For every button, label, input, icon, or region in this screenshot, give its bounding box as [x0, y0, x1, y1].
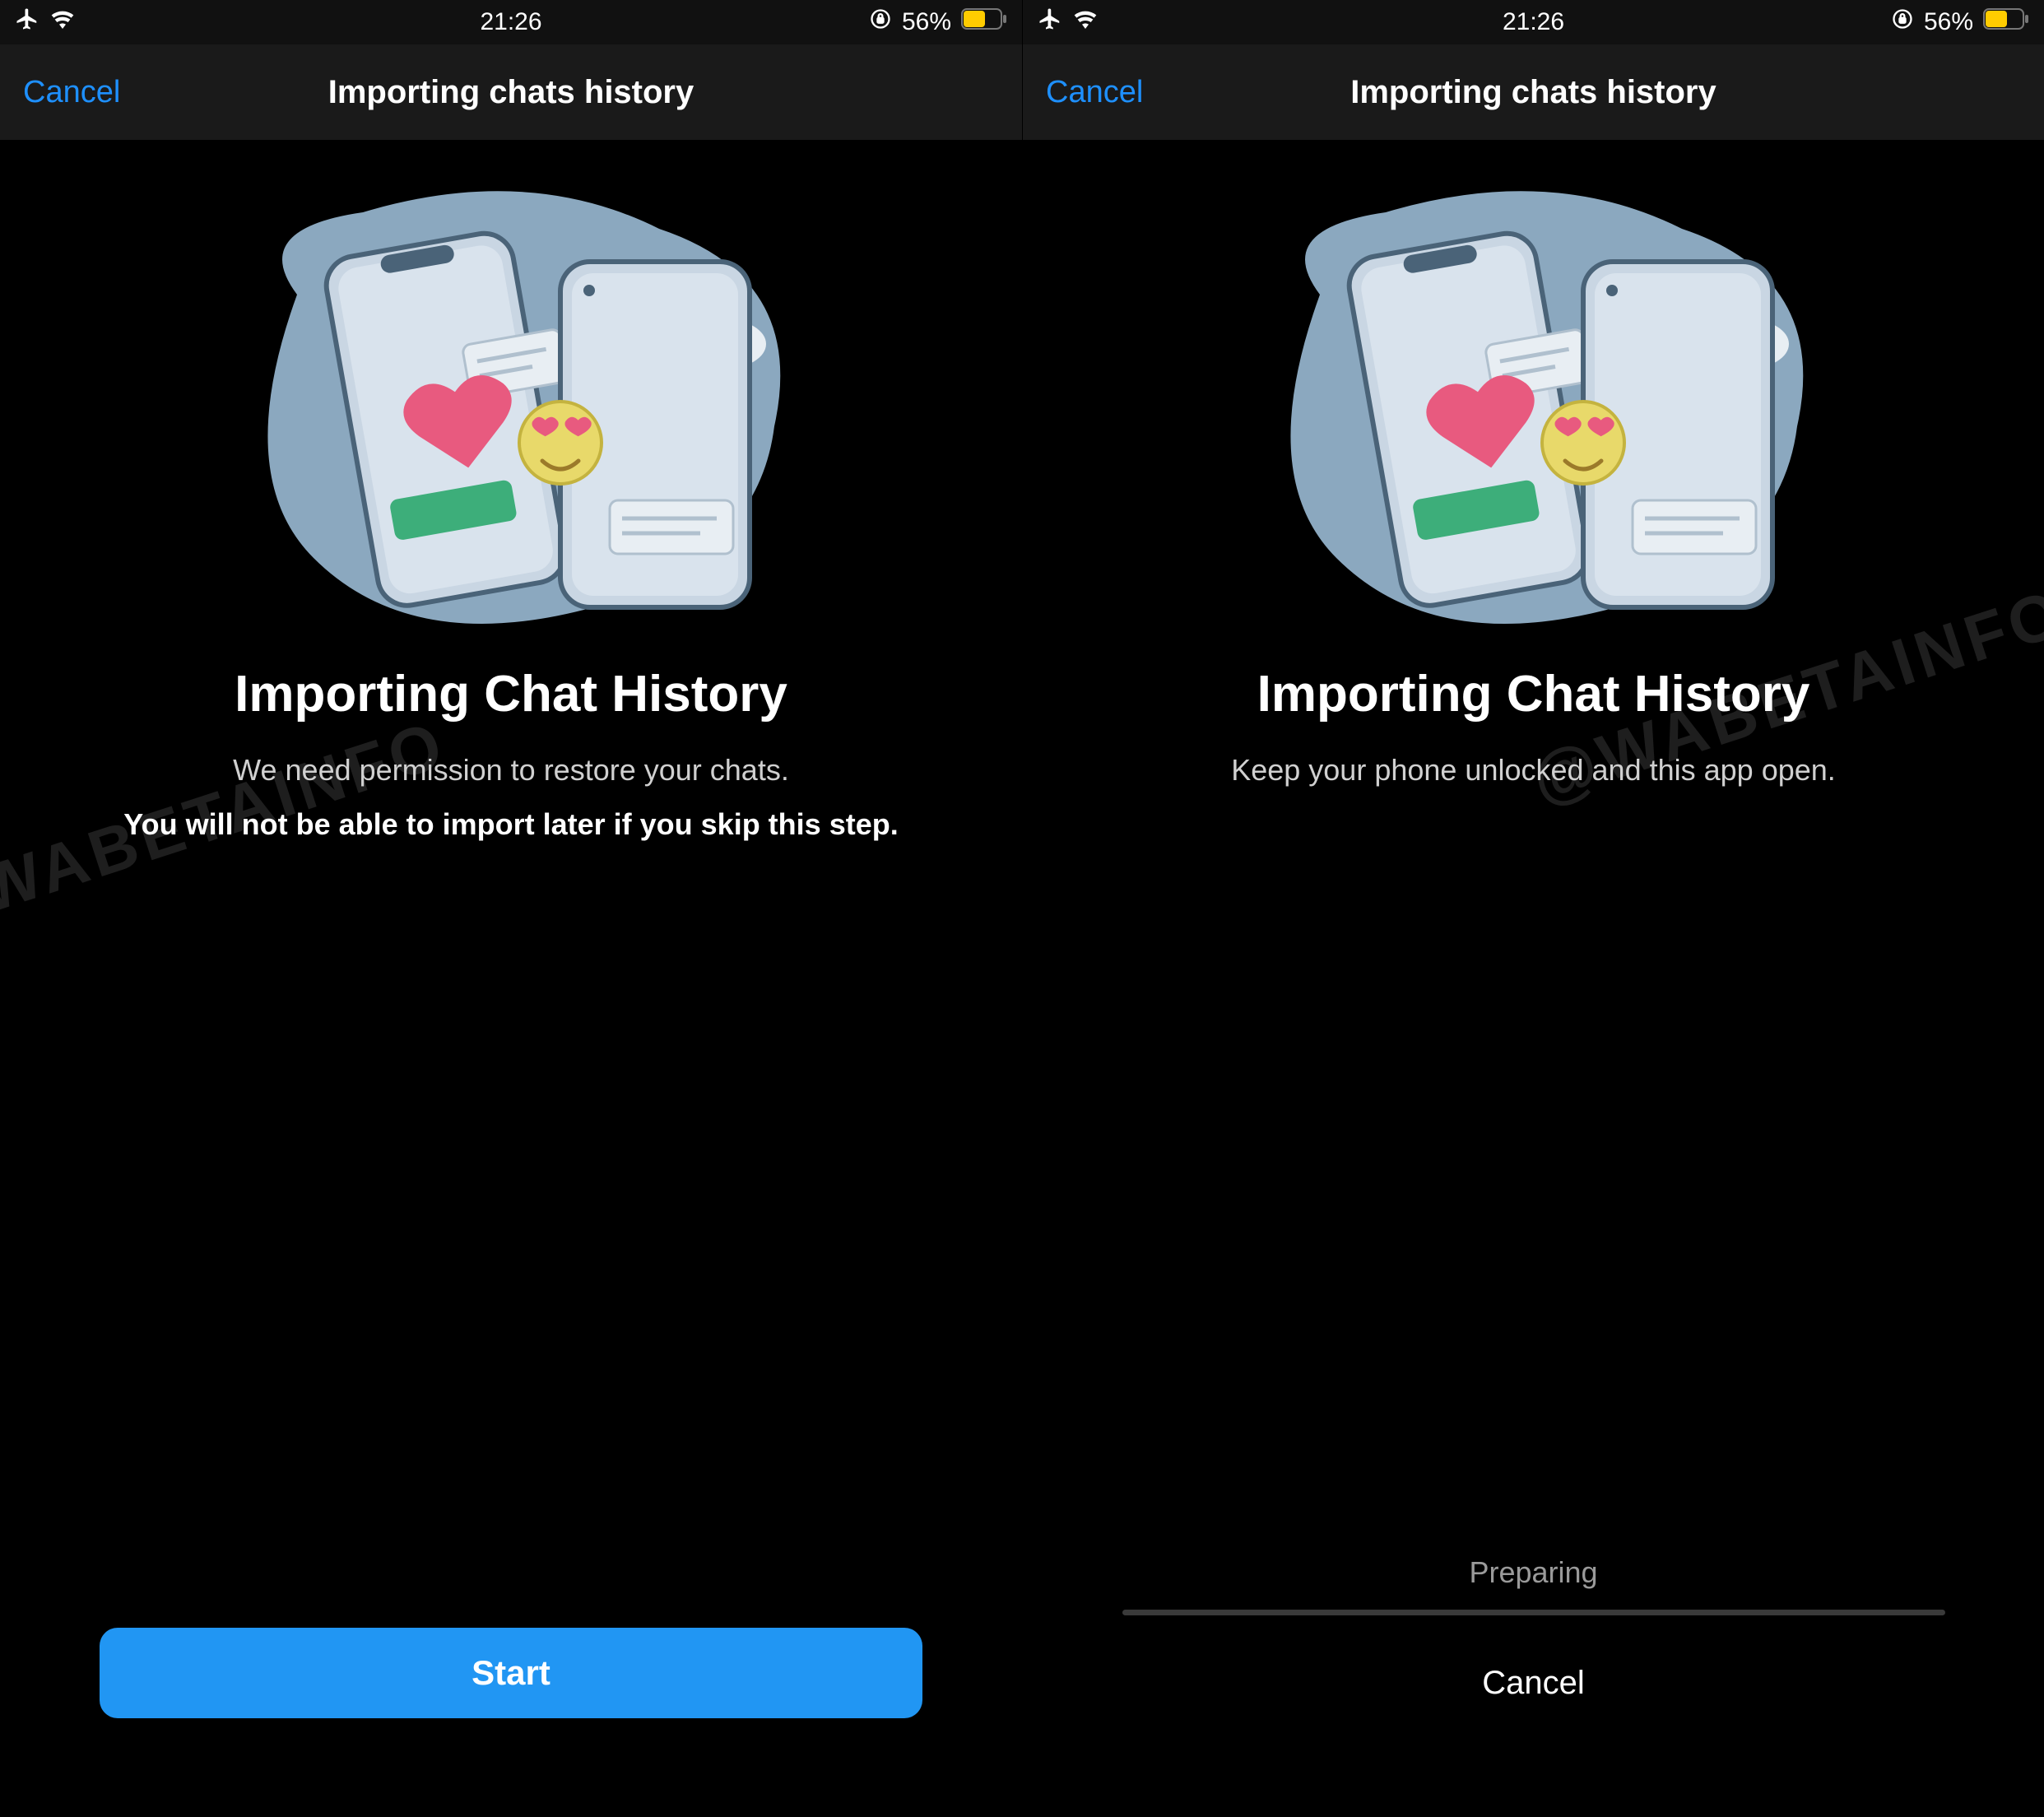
- progress-bar: [1122, 1610, 1945, 1615]
- headline: Importing Chat History: [1257, 665, 1810, 723]
- screen-permission: @WABETAINFO 21:26 56% Cancel Importing c…: [0, 0, 1022, 1817]
- status-bar: 21:26 56%: [1023, 0, 2044, 44]
- battery-percent: 56%: [1924, 8, 1973, 36]
- airplane-icon: [1038, 7, 1062, 38]
- cancel-button[interactable]: Cancel: [1122, 1665, 1945, 1702]
- status-bar: 21:26 56%: [0, 0, 1022, 44]
- wifi-icon: [49, 8, 76, 36]
- battery-icon: [961, 8, 1007, 36]
- subtext-warning: You will not be able to import later if …: [123, 807, 898, 842]
- wifi-icon: [1072, 8, 1099, 36]
- battery-icon: [1983, 8, 2029, 36]
- screen-preparing: @WABETAINFO 21:26 56% Cancel Importing c…: [1022, 0, 2044, 1817]
- transfer-illustration: [1221, 179, 1847, 640]
- nav-cancel-button[interactable]: Cancel: [1046, 75, 1143, 110]
- nav-bar: Cancel Importing chats history: [1023, 44, 2044, 140]
- battery-percent: 56%: [902, 8, 951, 36]
- headline: Importing Chat History: [235, 665, 787, 723]
- content-area: Importing Chat History Keep your phone u…: [1023, 140, 2044, 1817]
- status-time: 21:26: [480, 8, 541, 36]
- start-button[interactable]: Start: [100, 1628, 922, 1718]
- subtext-1: Keep your phone unlocked and this app op…: [1231, 753, 1836, 788]
- nav-title: Importing chats history: [328, 74, 694, 111]
- transfer-illustration: [198, 179, 824, 640]
- progress-section: Preparing Cancel: [1122, 1555, 1945, 1702]
- nav-title: Importing chats history: [1350, 74, 1716, 111]
- subtext-1: We need permission to restore your chats…: [233, 753, 789, 788]
- content-area: Importing Chat History We need permissio…: [0, 140, 1022, 1817]
- lock-rotation-icon: [1891, 7, 1914, 37]
- lock-rotation-icon: [869, 7, 892, 37]
- nav-bar: Cancel Importing chats history: [0, 44, 1022, 140]
- nav-cancel-button[interactable]: Cancel: [23, 75, 120, 110]
- status-text: Preparing: [1122, 1555, 1945, 1590]
- airplane-icon: [15, 7, 39, 38]
- status-time: 21:26: [1503, 8, 1564, 36]
